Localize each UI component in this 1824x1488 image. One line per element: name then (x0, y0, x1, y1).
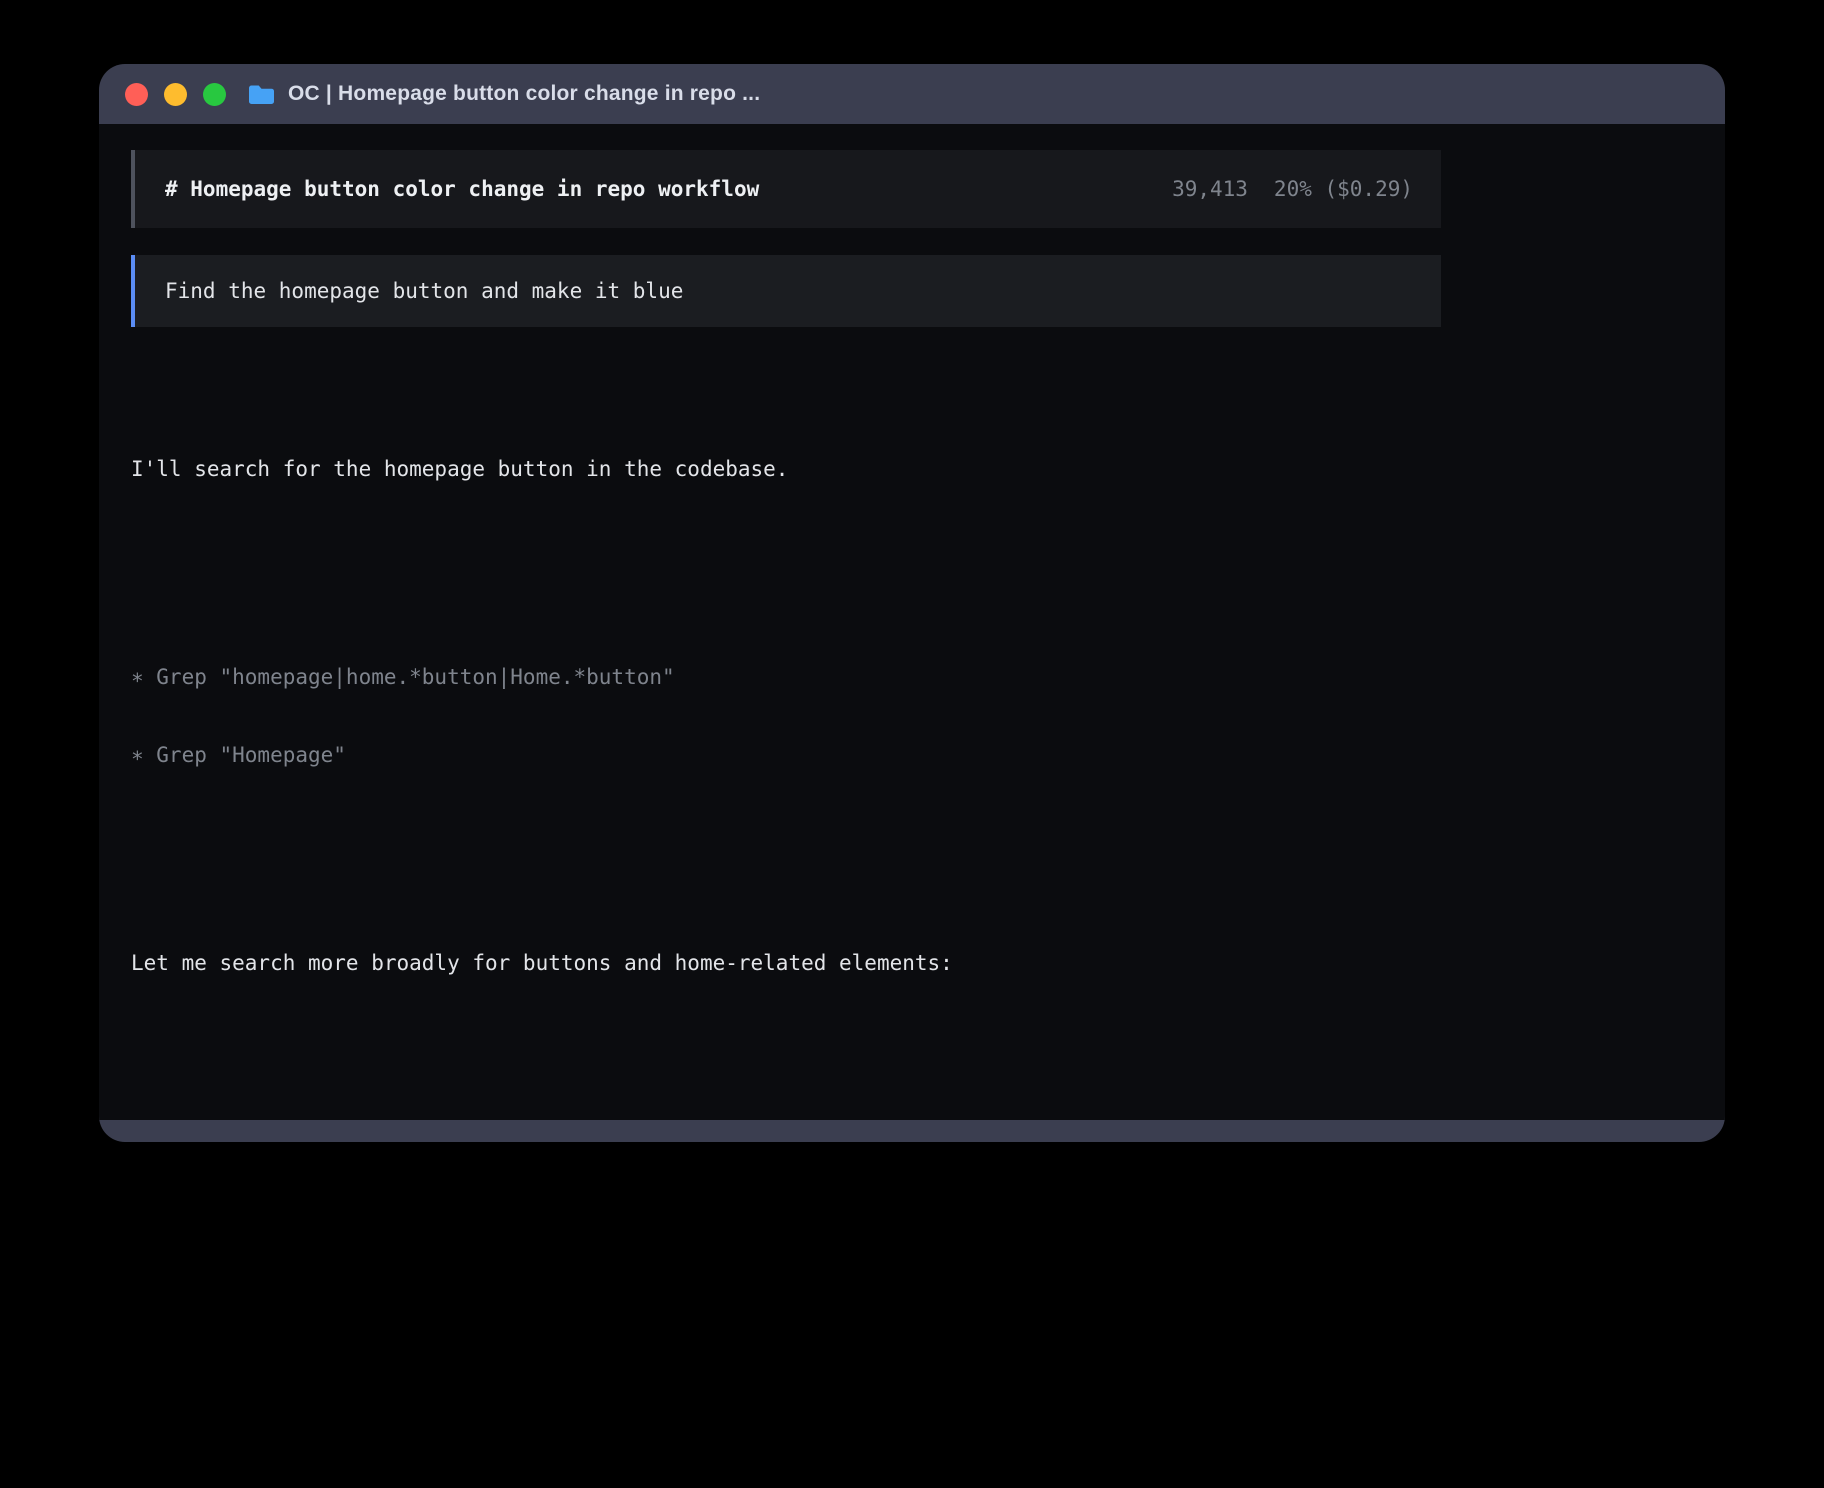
user-message-text: Find the homepage button and make it blu… (165, 279, 683, 303)
zoom-window-button[interactable] (203, 83, 226, 106)
minimize-window-button[interactable] (164, 83, 187, 106)
assistant-message: Let me search more broadly for buttons a… (131, 898, 1441, 1028)
traffic-lights (125, 83, 226, 106)
token-count: 39,413 (1172, 177, 1248, 201)
assistant-text-line: Let me search more broadly for buttons a… (131, 950, 1441, 976)
terminal-window: OC | Homepage button color change in rep… (99, 64, 1725, 1142)
context-cost: 20% ($0.29) (1274, 177, 1413, 201)
tool-call-line[interactable]: ∗ Grep "homepage|home.*button|Home.*butt… (131, 664, 1441, 690)
window-title: OC | Homepage button color change in rep… (288, 82, 760, 106)
window-title-group: OC | Homepage button color change in rep… (248, 82, 760, 106)
session-stats: 39,413 20% ($0.29) (1172, 177, 1413, 201)
assistant-message: I'll search for the homepage button in t… (131, 404, 1441, 534)
assistant-text-line: I'll search for the homepage button in t… (131, 456, 1441, 482)
titlebar: OC | Homepage button color change in rep… (99, 64, 1725, 124)
user-message: Find the homepage button and make it blu… (131, 255, 1441, 327)
folder-icon (248, 84, 275, 105)
tool-call-group: ∗ Grep "Home" (18 matches) ∗ Glob "**/*.… (131, 1106, 1441, 1120)
terminal-content: # Homepage button color change in repo w… (99, 124, 1725, 1120)
transcript: I'll search for the homepage button in t… (131, 352, 1441, 1120)
tool-call-line[interactable]: ∗ Grep "Homepage" (131, 742, 1441, 768)
close-window-button[interactable] (125, 83, 148, 106)
window-bottom-frame (99, 1120, 1725, 1142)
tool-call-group: ∗ Grep "homepage|home.*button|Home.*butt… (131, 612, 1441, 820)
session-title: # Homepage button color change in repo w… (165, 177, 759, 201)
session-header: # Homepage button color change in repo w… (131, 150, 1441, 228)
